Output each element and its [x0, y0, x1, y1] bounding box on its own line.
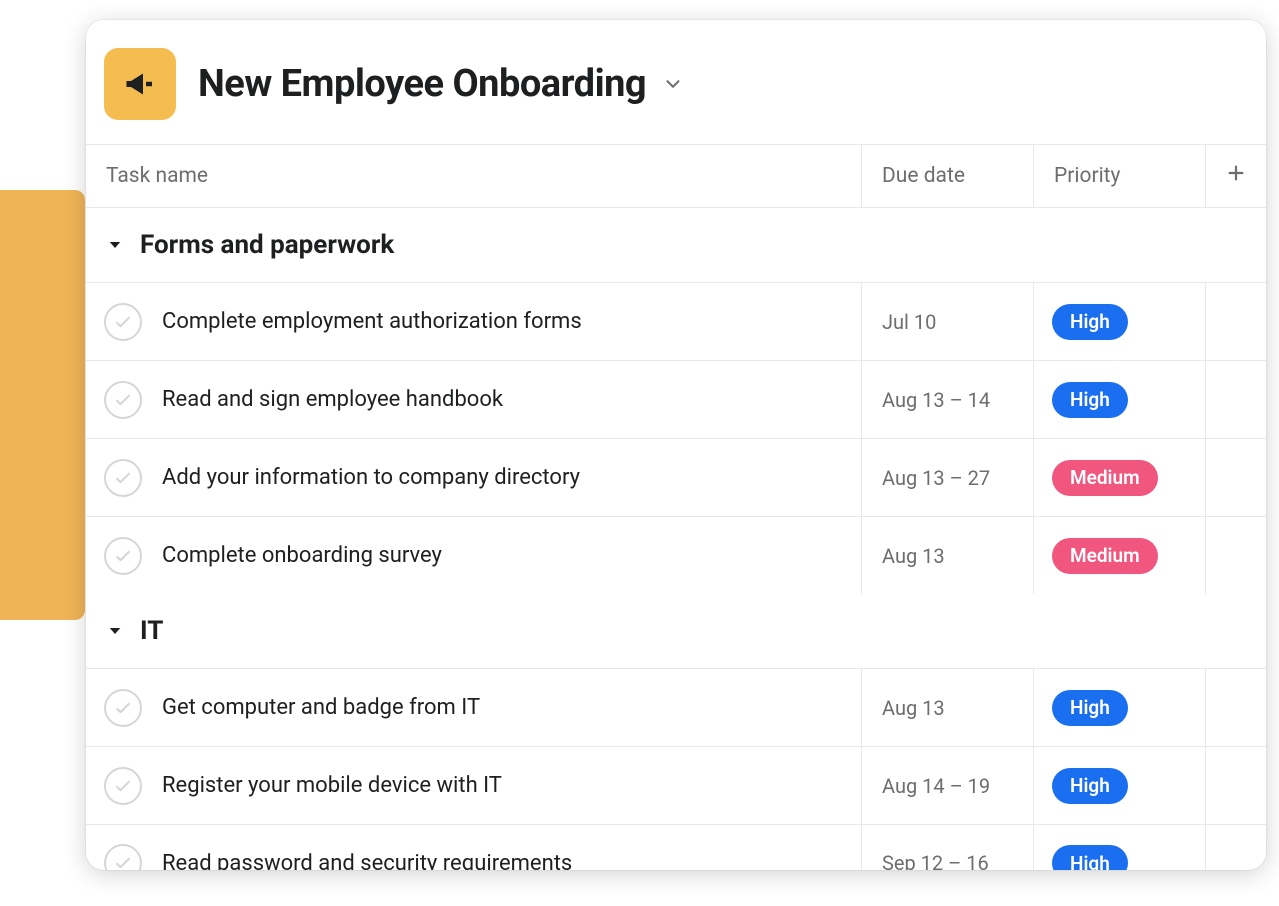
task-row[interactable]: Complete employment authorization forms … — [86, 282, 1266, 360]
project-header: New Employee Onboarding — [86, 20, 1266, 144]
priority-cell[interactable]: High — [1034, 361, 1206, 438]
trailing-cell — [1206, 517, 1266, 594]
complete-task-button[interactable] — [104, 689, 142, 727]
megaphone-icon — [104, 48, 176, 120]
trailing-cell — [1206, 283, 1266, 360]
task-name: Get computer and badge from IT — [162, 695, 480, 720]
chevron-down-icon — [662, 73, 684, 95]
task-name-cell: Complete onboarding survey — [86, 517, 862, 594]
trailing-cell — [1206, 439, 1266, 516]
task-name: Complete employment authorization forms — [162, 309, 582, 334]
check-icon — [113, 390, 133, 410]
due-date-cell[interactable]: Aug 13 – 14 — [862, 361, 1034, 438]
trailing-cell — [1206, 669, 1266, 746]
complete-task-button[interactable] — [104, 459, 142, 497]
due-date-cell[interactable]: Jul 10 — [862, 283, 1034, 360]
due-date-value: Jul 10 — [882, 310, 936, 334]
priority-cell[interactable]: Medium — [1034, 439, 1206, 516]
task-row[interactable]: Read password and security requirements … — [86, 824, 1266, 870]
task-name-cell: Add your information to company director… — [86, 439, 862, 516]
add-column-button[interactable] — [1206, 145, 1266, 207]
section-header[interactable]: IT — [86, 594, 1266, 668]
section-title: Forms and paperwork — [140, 230, 394, 260]
task-name-cell: Read password and security requirements — [86, 825, 862, 870]
priority-badge: High — [1052, 382, 1128, 418]
project-title: New Employee Onboarding — [198, 62, 646, 106]
task-name-cell: Read and sign employee handbook — [86, 361, 862, 438]
due-date-cell[interactable]: Aug 14 – 19 — [862, 747, 1034, 824]
task-name-cell: Complete employment authorization forms — [86, 283, 862, 360]
due-date-cell[interactable]: Sep 12 – 16 — [862, 825, 1034, 870]
task-row[interactable]: Read and sign employee handbook Aug 13 –… — [86, 360, 1266, 438]
priority-badge: High — [1052, 304, 1128, 340]
check-icon — [113, 698, 133, 718]
priority-badge: Medium — [1052, 460, 1158, 496]
due-date-value: Aug 13 — [882, 544, 945, 568]
task-row[interactable]: Add your information to company director… — [86, 438, 1266, 516]
check-icon — [113, 853, 133, 870]
priority-cell[interactable]: High — [1034, 283, 1206, 360]
column-header-priority[interactable]: Priority — [1034, 145, 1206, 207]
complete-task-button[interactable] — [104, 537, 142, 575]
column-header-duedate[interactable]: Due date — [862, 145, 1034, 207]
due-date-cell[interactable]: Aug 13 — [862, 669, 1034, 746]
task-name: Read and sign employee handbook — [162, 387, 503, 412]
task-name: Read password and security requirements — [162, 851, 572, 871]
section-header[interactable]: Forms and paperwork — [86, 208, 1266, 282]
task-name: Add your information to company director… — [162, 465, 580, 490]
plus-icon — [1225, 162, 1247, 190]
trailing-cell — [1206, 361, 1266, 438]
due-date-value: Aug 14 – 19 — [882, 774, 990, 798]
task-name: Register your mobile device with IT — [162, 773, 502, 798]
task-row[interactable]: Get computer and badge from IT Aug 13 Hi… — [86, 668, 1266, 746]
check-icon — [113, 312, 133, 332]
priority-badge: Medium — [1052, 538, 1158, 574]
priority-badge: High — [1052, 768, 1128, 804]
sections-container: Forms and paperwork Complete employment … — [86, 208, 1266, 870]
caret-down-icon — [106, 236, 124, 254]
check-icon — [113, 546, 133, 566]
task-name-cell: Get computer and badge from IT — [86, 669, 862, 746]
task-name-cell: Register your mobile device with IT — [86, 747, 862, 824]
due-date-cell[interactable]: Aug 13 — [862, 517, 1034, 594]
due-date-cell[interactable]: Aug 13 – 27 — [862, 439, 1034, 516]
due-date-value: Aug 13 – 14 — [882, 388, 990, 412]
project-title-dropdown[interactable]: New Employee Onboarding — [198, 62, 684, 106]
due-date-value: Sep 12 – 16 — [882, 851, 989, 870]
priority-badge: High — [1052, 690, 1128, 726]
priority-cell[interactable]: High — [1034, 669, 1206, 746]
trailing-cell — [1206, 747, 1266, 824]
complete-task-button[interactable] — [104, 767, 142, 805]
due-date-value: Aug 13 — [882, 696, 945, 720]
task-name: Complete onboarding survey — [162, 543, 442, 568]
priority-cell[interactable]: Medium — [1034, 517, 1206, 594]
complete-task-button[interactable] — [104, 381, 142, 419]
section-title: IT — [140, 616, 163, 646]
complete-task-button[interactable] — [104, 844, 142, 870]
column-header-taskname[interactable]: Task name — [86, 145, 862, 207]
priority-badge: High — [1052, 845, 1128, 870]
caret-down-icon — [106, 622, 124, 640]
trailing-cell — [1206, 825, 1266, 870]
task-row[interactable]: Complete onboarding survey Aug 13 Medium — [86, 516, 1266, 594]
task-row[interactable]: Register your mobile device with IT Aug … — [86, 746, 1266, 824]
decorative-background — [0, 190, 85, 620]
priority-cell[interactable]: High — [1034, 825, 1206, 870]
project-card: New Employee Onboarding Task name Due da… — [86, 20, 1266, 870]
priority-cell[interactable]: High — [1034, 747, 1206, 824]
check-icon — [113, 776, 133, 796]
column-headers: Task name Due date Priority — [86, 144, 1266, 208]
check-icon — [113, 468, 133, 488]
due-date-value: Aug 13 – 27 — [882, 466, 990, 490]
complete-task-button[interactable] — [104, 303, 142, 341]
